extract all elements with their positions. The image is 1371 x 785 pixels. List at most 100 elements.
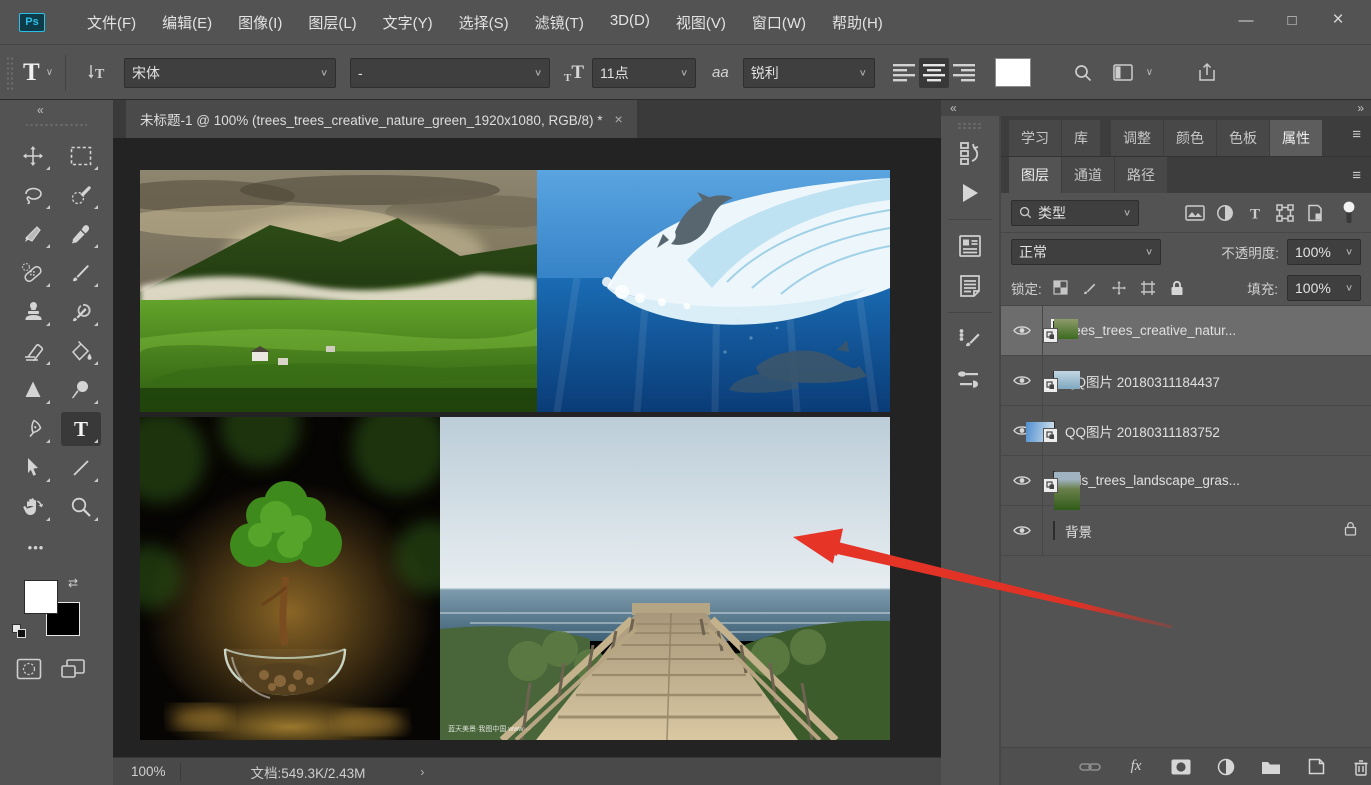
quick-selection-tool[interactable] <box>61 178 101 212</box>
add-layer-mask-icon[interactable] <box>1171 755 1191 779</box>
minimize-button[interactable]: — <box>1223 5 1269 35</box>
filter-pixel-layers-icon[interactable] <box>1183 201 1207 225</box>
line-shape-tool[interactable] <box>61 451 101 485</box>
document-tab[interactable]: 未标题-1 @ 100% (trees_trees_creative_natur… <box>126 100 637 138</box>
swap-colors-icon[interactable]: ⇄ <box>68 576 78 590</box>
layer-row-qq-184437[interactable]: QQ图片 20180311184437 <box>1001 356 1371 406</box>
tab-close-icon[interactable]: × <box>614 111 622 127</box>
layer-row-hills-trees[interactable]: hills_trees_landscape_gras... <box>1001 456 1371 506</box>
dodge-tool[interactable] <box>61 373 101 407</box>
layer-row-trees-creative[interactable]: trees_trees_creative_natur... <box>1001 306 1371 356</box>
tools-grip[interactable] <box>26 121 87 129</box>
menu-view[interactable]: 视图(V) <box>664 7 738 38</box>
clone-stamp-tool[interactable] <box>13 295 53 329</box>
align-center-button[interactable] <box>919 58 949 88</box>
search-icon[interactable] <box>1071 61 1095 85</box>
lock-transparent-pixels-icon[interactable] <box>1051 276 1071 300</box>
eraser-tool[interactable] <box>13 334 53 368</box>
tab-learn[interactable]: 学习 <box>1009 120 1061 156</box>
new-layer-icon[interactable] <box>1306 755 1326 779</box>
character-panel-icon[interactable] <box>948 226 992 266</box>
blur-tool[interactable] <box>13 373 53 407</box>
new-group-icon[interactable] <box>1261 755 1281 779</box>
font-style-select[interactable]: - ∨ <box>350 58 550 88</box>
layer-row-background[interactable]: 背景 <box>1001 506 1371 556</box>
anti-alias-select[interactable]: 锐利 ∨ <box>743 58 875 88</box>
layer-thumbnail[interactable] <box>1053 471 1055 490</box>
photo-mountain-landscape[interactable] <box>140 170 537 412</box>
tab-libraries[interactable]: 库 <box>1062 120 1100 156</box>
layer-visibility-toggle[interactable] <box>1001 456 1043 505</box>
paragraph-panel-icon[interactable] <box>948 266 992 306</box>
tab-adjustments[interactable]: 调整 <box>1111 120 1163 156</box>
text-color-swatch[interactable] <box>995 58 1031 87</box>
new-adjustment-layer-icon[interactable] <box>1216 755 1236 779</box>
layer-thumbnail[interactable] <box>1053 321 1055 340</box>
filter-adjustment-layers-icon[interactable] <box>1213 201 1237 225</box>
zoom-tool[interactable] <box>61 490 101 524</box>
photo-bonsai-glass[interactable] <box>140 417 440 740</box>
fill-field[interactable]: 100% ∨ <box>1287 275 1361 301</box>
dock-grip[interactable] <box>957 122 983 129</box>
path-selection-tool[interactable] <box>13 451 53 485</box>
link-layers-icon[interactable] <box>1079 755 1101 779</box>
layer-filter-type-select[interactable]: 类型 ∨ <box>1011 200 1139 226</box>
type-tool[interactable]: T <box>61 412 101 446</box>
hand-tool[interactable] <box>13 490 53 524</box>
photo-dolphin-wave[interactable] <box>537 170 890 412</box>
history-panel-icon[interactable] <box>948 133 992 173</box>
status-chevron-icon[interactable]: › <box>420 765 424 779</box>
tab-color[interactable]: 颜色 <box>1164 120 1216 156</box>
share-icon[interactable] <box>1195 61 1219 85</box>
layer-visibility-toggle[interactable] <box>1001 306 1043 355</box>
tab-channels[interactable]: 通道 <box>1062 157 1114 193</box>
lock-artboard-icon[interactable] <box>1138 276 1158 300</box>
blend-mode-select[interactable]: 正常 ∨ <box>1011 239 1161 265</box>
close-button[interactable]: × <box>1315 5 1361 35</box>
layer-thumbnail[interactable] <box>1053 371 1055 390</box>
collapse-tools-icon[interactable]: « <box>0 100 113 117</box>
layer-row-qq-183752[interactable]: QQ图片 20180311183752 <box>1001 406 1371 456</box>
menu-edit[interactable]: 编辑(E) <box>150 7 224 38</box>
crop-tool[interactable] <box>13 217 53 251</box>
layer-thumbnail[interactable] <box>1053 421 1055 440</box>
options-bar-grip[interactable] <box>6 56 13 90</box>
layer-name[interactable]: trees_trees_creative_natur... <box>1065 323 1236 338</box>
brush-tool[interactable] <box>61 256 101 290</box>
lock-all-icon[interactable] <box>1167 276 1187 300</box>
opacity-field[interactable]: 100% ∨ <box>1287 239 1361 265</box>
foreground-color-swatch[interactable] <box>24 580 58 614</box>
lock-position-icon[interactable] <box>1109 276 1129 300</box>
history-brush-tool[interactable] <box>61 295 101 329</box>
menu-layer[interactable]: 图层(L) <box>296 7 368 38</box>
layer-name[interactable]: hills_trees_landscape_gras... <box>1065 473 1240 488</box>
edit-toolbar-ellipsis-icon[interactable]: ••• <box>16 530 56 564</box>
panel-menu-icon[interactable]: ≡ <box>1352 167 1361 184</box>
menu-3d[interactable]: 3D(D) <box>598 7 662 38</box>
layer-name[interactable]: QQ图片 20180311184437 <box>1065 371 1220 391</box>
collapse-panels-icon[interactable]: « <box>950 101 955 116</box>
menu-file[interactable]: 文件(F) <box>75 7 148 38</box>
rectangular-marquee-tool[interactable] <box>61 139 101 173</box>
current-tool-preset[interactable]: T ∨ <box>23 59 53 87</box>
layer-visibility-toggle[interactable] <box>1001 506 1043 555</box>
layer-thumbnail[interactable] <box>1053 521 1055 540</box>
default-colors-icon[interactable] <box>12 624 26 638</box>
layer-visibility-toggle[interactable] <box>1001 356 1043 405</box>
layer-name[interactable]: QQ图片 20180311183752 <box>1065 421 1220 441</box>
pen-tool[interactable] <box>13 412 53 446</box>
photo-boardwalk-beach[interactable]: 蓝天美景·我图中国 www··· <box>440 417 890 740</box>
align-left-button[interactable] <box>889 58 919 88</box>
spot-healing-brush-tool[interactable] <box>13 256 53 290</box>
lock-image-pixels-icon[interactable] <box>1080 276 1100 300</box>
tab-layers[interactable]: 图层 <box>1009 157 1061 193</box>
menu-window[interactable]: 窗口(W) <box>740 7 818 38</box>
zoom-level-field[interactable]: 100% <box>113 764 180 779</box>
layer-style-fx-icon[interactable]: fx <box>1126 755 1146 779</box>
eyedropper-tool[interactable] <box>61 217 101 251</box>
maximize-button[interactable]: □ <box>1269 5 1315 35</box>
filter-toggle-switch[interactable] <box>1337 201 1361 225</box>
menu-image[interactable]: 图像(I) <box>226 7 294 38</box>
menu-help[interactable]: 帮助(H) <box>820 7 895 38</box>
quick-mask-button[interactable] <box>16 658 42 685</box>
